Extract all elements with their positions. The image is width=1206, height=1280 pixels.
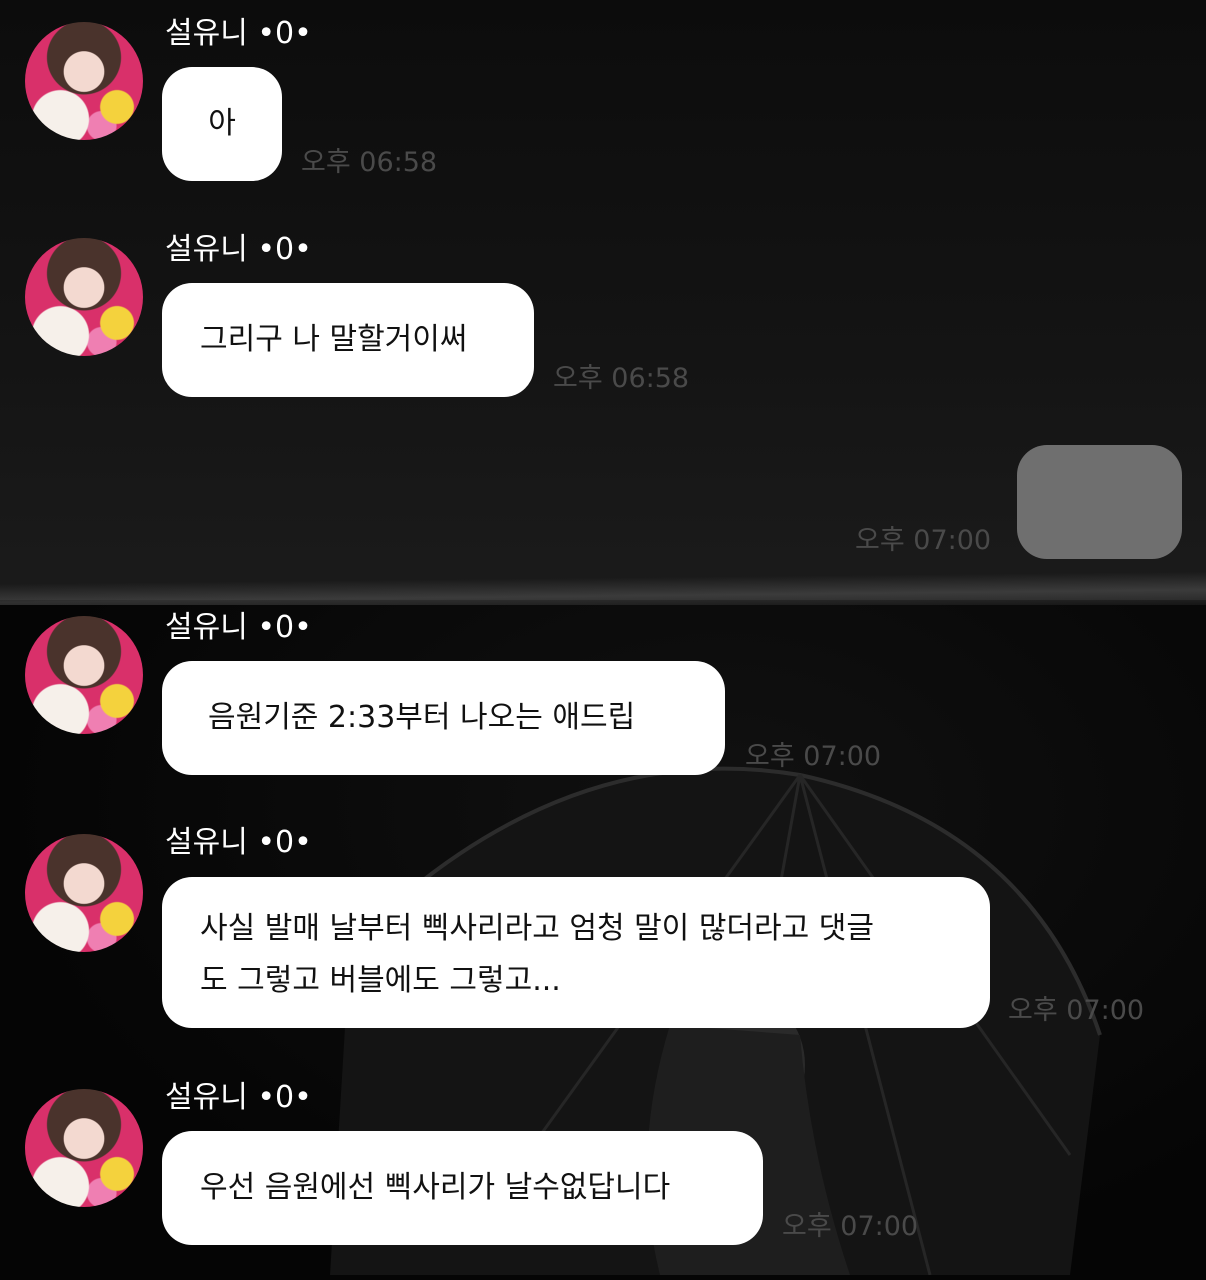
sender-name: 설유니 •0• [165, 825, 312, 860]
timestamp: 오후 06:58 [553, 363, 690, 394]
sender-name: 설유니 •0• [165, 1080, 312, 1115]
avatar[interactable] [25, 616, 143, 734]
timestamp: 오후 07:00 [1008, 995, 1145, 1026]
avatar[interactable] [25, 834, 143, 952]
sender-name: 설유니 •0• [165, 610, 312, 645]
message-line: 사실 발매 날부터 삑사리라고 엄청 말이 많더라고 댓글 [200, 911, 874, 946]
sender-name: 설유니 •0• [165, 232, 312, 267]
outgoing-message-bubble[interactable] [1017, 445, 1182, 559]
timestamp: 오후 07:00 [855, 525, 992, 556]
message-line: 도 그렇고 버블에도 그렇고... [200, 963, 561, 998]
message-bubble[interactable]: 음원기준 2:33부터 나오는 애드립 [162, 661, 725, 775]
avatar[interactable] [25, 1089, 143, 1207]
message-bubble[interactable]: 그리구 나 말할거이써 [162, 283, 534, 397]
timestamp: 오후 07:00 [745, 741, 882, 772]
avatar[interactable] [25, 22, 143, 140]
avatar[interactable] [25, 238, 143, 356]
timestamp: 오후 07:00 [782, 1211, 919, 1242]
timestamp: 오후 06:58 [301, 147, 438, 178]
message-bubble[interactable]: 아 [162, 67, 282, 181]
message-bubble[interactable]: 사실 발매 날부터 삑사리라고 엄청 말이 많더라고 댓글 도 그렇고 버블에도… [162, 877, 990, 1028]
message-bubble[interactable]: 우선 음원에선 삑사리가 날수없답니다 [162, 1131, 763, 1245]
sender-name: 설유니 •0• [165, 16, 312, 51]
